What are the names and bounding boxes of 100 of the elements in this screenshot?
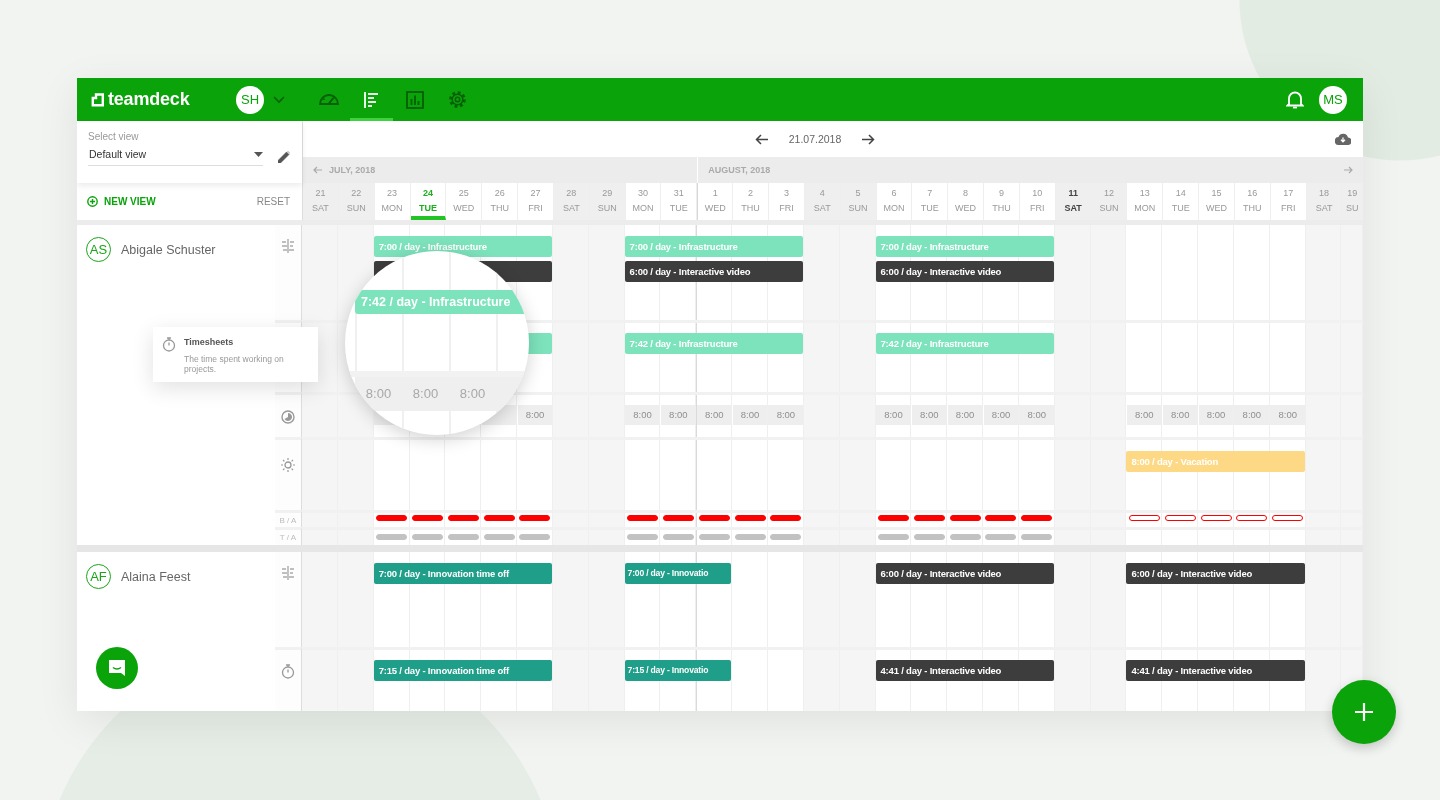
status-pill — [376, 534, 408, 540]
month-label: AUGUST, 2018 — [708, 165, 771, 175]
sliders-icon — [281, 566, 295, 580]
status-pill — [770, 515, 802, 521]
hours-cell: 8:00 — [768, 405, 804, 425]
day-header: 4 SAT — [804, 183, 841, 220]
day-header: 5 SUN — [840, 183, 877, 220]
day-header: 1 WED — [697, 183, 734, 220]
day-header: 29 SUN — [589, 183, 626, 220]
pencil-icon[interactable] — [278, 151, 290, 163]
status-pill — [662, 515, 694, 521]
status-pill — [913, 515, 945, 521]
caret-down-icon — [254, 151, 263, 157]
booking-bar[interactable]: 4:41 / day - Interactive video — [1126, 660, 1305, 681]
bell-icon[interactable] — [1286, 90, 1304, 109]
date-label: 21.07.2018 — [788, 133, 842, 145]
status-pill — [877, 534, 909, 540]
booking-bar[interactable]: 7:00 / day - Innovation time off — [373, 563, 552, 584]
chat-icon — [107, 658, 127, 678]
day-header: 24 TUE — [410, 183, 447, 220]
cloud-download-icon[interactable] — [1335, 133, 1351, 145]
booking-bar[interactable]: 7:00 / day - Innovatio — [624, 563, 732, 584]
gauge-icon — [318, 94, 339, 105]
hours-cell: 8:00 — [1198, 405, 1234, 425]
status-pill — [985, 515, 1017, 521]
logo-text: teamdeck — [108, 89, 190, 110]
status-pill — [698, 515, 730, 521]
booking-bar[interactable]: 6:00 / day - Interactive video — [624, 261, 803, 282]
day-header: 12 SUN — [1091, 183, 1128, 220]
status-pill — [949, 515, 981, 521]
hours-cell: 8:00 — [660, 405, 696, 425]
status-pill — [877, 515, 909, 521]
hours-cell: 8:00 — [947, 405, 983, 425]
timeline-icon — [362, 90, 381, 109]
account-avatar[interactable]: SH — [236, 85, 264, 114]
tooltip-title: Timesheets — [184, 337, 235, 347]
user-avatar[interactable]: MS — [1319, 85, 1347, 114]
booking-bar[interactable]: 6:00 / day - Interactive video — [875, 261, 1054, 282]
status-pill — [447, 534, 479, 540]
hours-cell: 8:00 — [876, 405, 911, 425]
day-header: 22 SUN — [338, 183, 375, 220]
hours-cell: 8:00 — [1126, 405, 1162, 425]
day-header: 21 SAT — [303, 183, 339, 220]
status-pill — [411, 534, 443, 540]
day-header: 11 SAT — [1055, 183, 1092, 220]
booking-bar[interactable]: 6:00 / day - Interactive video — [875, 563, 1054, 584]
hours-cell: 8:00 — [983, 405, 1019, 425]
booking-bar[interactable]: 7:15 / day - Innovatio — [624, 660, 732, 681]
hours-cell: 8:00 — [1162, 405, 1198, 425]
status-pill — [519, 534, 551, 540]
hours-cell: 8:00 — [1234, 405, 1270, 425]
pie-chart-icon — [281, 410, 295, 424]
plus-icon — [1354, 702, 1374, 722]
status-pill — [447, 515, 479, 521]
person-name: Abigale Schuster — [121, 242, 216, 259]
day-header: 19 SU — [1342, 183, 1363, 220]
hours-cell: 8:00 — [1019, 405, 1055, 425]
status-pill — [734, 534, 766, 540]
arrow-right-icon[interactable] — [862, 133, 876, 145]
status-pill — [376, 515, 408, 521]
status-pill — [483, 515, 515, 521]
bar-chart-icon — [405, 90, 424, 109]
status-pill — [913, 534, 945, 540]
logo-icon — [91, 92, 105, 107]
hours-cell: 8:00 — [732, 405, 768, 425]
booking-bar[interactable]: 7:15 / day - Innovation time off — [373, 660, 552, 681]
day-header: 18 SAT — [1306, 183, 1343, 220]
hours-cell: 8:00 — [911, 405, 947, 425]
month-label: JULY, 2018 — [329, 165, 376, 175]
settings-icon — [448, 90, 467, 109]
status-pill — [985, 534, 1017, 540]
status-pill — [411, 515, 443, 521]
reset-button[interactable]: RESET — [256, 196, 290, 207]
chevron-down-icon[interactable] — [273, 95, 285, 104]
stopwatch-icon — [162, 337, 176, 352]
booking-bar[interactable]: 6:00 / day - Interactive video — [1126, 563, 1305, 584]
hours-cell: 8:00 — [625, 405, 660, 425]
person-name: Alaina Feest — [121, 569, 191, 586]
plus-circle-icon — [87, 196, 98, 207]
booking-bar[interactable]: 4:41 / day - Interactive video — [875, 660, 1054, 681]
arrow-left-icon[interactable] — [754, 133, 768, 145]
status-pill — [483, 534, 515, 540]
sliders-icon — [281, 239, 295, 253]
stopwatch-icon — [281, 664, 295, 679]
status-pill — [949, 534, 981, 540]
status-pill — [770, 534, 802, 540]
status-pill — [1021, 534, 1053, 540]
status-pill — [662, 534, 694, 540]
day-header: 28 SAT — [553, 183, 590, 220]
add-button[interactable] — [1332, 680, 1396, 744]
hours-cell: 8:00 — [1270, 405, 1306, 425]
hours-cell: 8:00 — [696, 405, 732, 425]
view-dropdown[interactable]: Default view — [88, 148, 263, 166]
status-pill — [627, 515, 658, 521]
new-view-button[interactable]: NEW VIEW — [87, 196, 156, 207]
sun-icon — [281, 458, 295, 472]
status-pill — [1021, 515, 1053, 521]
hours-cell-text: 8:00 — [364, 385, 393, 403]
status-pill — [734, 515, 766, 521]
field-label: Select view — [88, 131, 140, 142]
